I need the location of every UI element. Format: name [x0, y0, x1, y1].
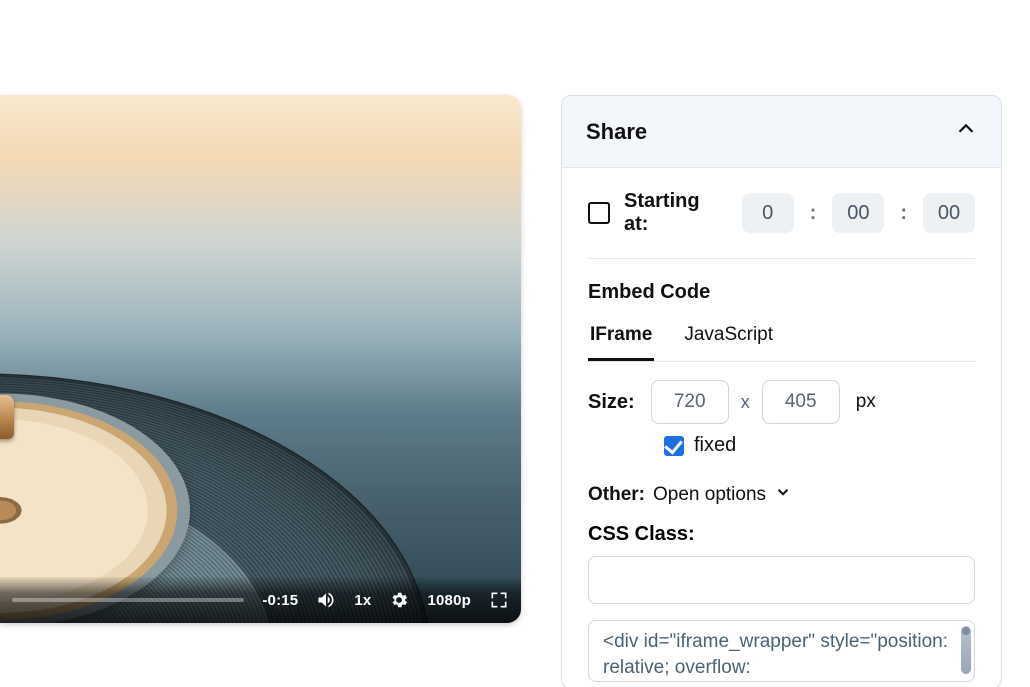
quality-label[interactable]: 1080p: [427, 592, 471, 609]
size-unit: px: [856, 391, 876, 413]
fixed-row: fixed: [664, 434, 975, 457]
start-hours-input[interactable]: [742, 193, 794, 233]
embed-code-wrap: <div id="iframe_wrapper" style="position…: [588, 620, 975, 682]
embed-code-textarea[interactable]: <div id="iframe_wrapper" style="position…: [588, 620, 975, 682]
starting-at-label: Starting at:: [624, 190, 714, 236]
video-player[interactable]: -0:15 1x 1080p: [0, 95, 521, 623]
start-minutes-input[interactable]: [832, 193, 884, 233]
embed-tabs: IFrame JavaScript: [588, 314, 975, 362]
css-class-label: CSS Class:: [588, 523, 695, 545]
progress-bar[interactable]: [12, 598, 244, 602]
volume-icon[interactable]: [316, 590, 336, 610]
player-controls: -0:15 1x 1080p: [0, 577, 521, 623]
size-x: x: [741, 392, 750, 413]
width-input[interactable]: [651, 380, 729, 424]
video-thumbnail: [0, 95, 521, 623]
gear-icon[interactable]: [389, 590, 409, 610]
height-input[interactable]: [762, 380, 840, 424]
css-class-row: CSS Class:: [588, 523, 975, 604]
start-seconds-input[interactable]: [923, 193, 975, 233]
tab-javascript[interactable]: JavaScript: [682, 314, 775, 361]
css-class-input[interactable]: [588, 556, 975, 604]
time-colon: :: [898, 202, 909, 225]
share-header[interactable]: Share: [562, 96, 1001, 168]
share-panel: Share Starting at: : : Embed Code IFrame…: [561, 95, 1002, 687]
fullscreen-icon[interactable]: [489, 590, 509, 610]
tab-iframe[interactable]: IFrame: [588, 314, 654, 361]
chevron-down-icon[interactable]: [774, 483, 792, 507]
playback-speed[interactable]: 1x: [354, 592, 371, 609]
time-remaining: -0:15: [262, 592, 298, 609]
chevron-up-icon[interactable]: [955, 118, 977, 145]
share-body: Starting at: : : Embed Code IFrame JavaS…: [562, 168, 1001, 687]
other-row: Other: Open options: [588, 483, 975, 507]
time-colon: :: [808, 202, 819, 225]
starting-at-checkbox[interactable]: [588, 202, 610, 224]
size-label: Size:: [588, 391, 635, 414]
fixed-label: fixed: [694, 434, 736, 457]
other-label: Other:: [588, 484, 645, 506]
fixed-checkbox[interactable]: [664, 436, 684, 456]
share-title: Share: [586, 119, 647, 145]
open-options-link[interactable]: Open options: [653, 484, 766, 506]
starting-at-row: Starting at: : :: [588, 190, 975, 259]
embed-code-title: Embed Code: [588, 281, 975, 304]
scrollbar[interactable]: [961, 626, 971, 674]
size-row: Size: x px: [588, 380, 975, 424]
